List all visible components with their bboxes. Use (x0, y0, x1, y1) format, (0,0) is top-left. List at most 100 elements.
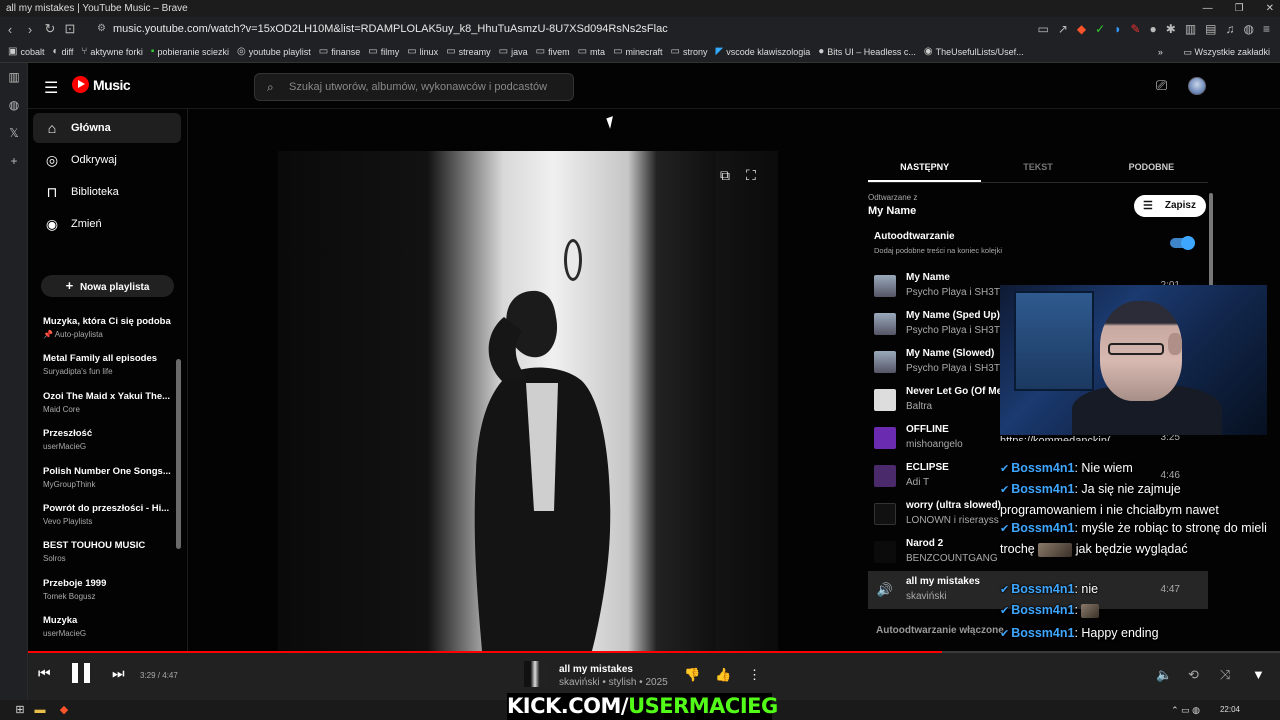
check-extension-icon[interactable]: ✓ (1095, 17, 1105, 41)
pause-button[interactable] (72, 663, 90, 683)
audio-extension-icon[interactable]: ◗ (1114, 17, 1121, 41)
scrollbar[interactable] (176, 359, 181, 549)
back-icon[interactable]: ‹ (0, 22, 20, 37)
playlist-sub: Suryadipta's fun life (43, 367, 113, 377)
tab-up-next[interactable]: NASTĘPNY (868, 153, 982, 182)
more-options-icon[interactable]: ⋮ (748, 667, 761, 683)
playlist-item[interactable]: Przeboje 1999 Tomek Bogusz (43, 578, 173, 615)
ytmusic-logo[interactable]: Music (72, 76, 131, 93)
bookmark-folder[interactable]: ▭ fivem (536, 46, 570, 57)
nav-item-explore[interactable]: ◎ Odkrywaj (33, 145, 181, 175)
red-extension-icon[interactable]: ✎ (1130, 17, 1140, 41)
nav-item-home[interactable]: ⌂ Główna (33, 113, 181, 143)
restore-icon[interactable]: ❐ (1235, 0, 1244, 17)
chat-message: ✔ Bossm4n1: Happy ending (1000, 623, 1267, 644)
emote-icon (1038, 542, 1073, 557)
add-icon[interactable]: + (0, 147, 28, 175)
forward-icon[interactable]: › (20, 22, 40, 37)
repeat-icon[interactable]: ⟲ (1188, 667, 1199, 683)
search-input[interactable]: ⌕ Szukaj utworów, albumów, wykonawców i … (254, 73, 574, 101)
bookmark-folder[interactable]: ▭ minecraft (613, 46, 662, 57)
verified-icon: ✔ (1000, 605, 1010, 617)
next-icon[interactable]: ⏭ (112, 665, 125, 682)
chat-text: : Happy ending (1074, 626, 1159, 640)
bookmark-item[interactable]: ⑂ aktywne forki (81, 46, 143, 57)
bookmark-folder[interactable]: ▭ strony (671, 46, 708, 57)
logo-text: Music (93, 76, 131, 93)
folder-icon: ▭ (318, 46, 329, 57)
sidebar-icon[interactable]: ▥ (1185, 17, 1196, 41)
nav-label: Biblioteka (71, 186, 119, 198)
windows-start-icon[interactable]: ⊞ (12, 702, 28, 718)
miniplayer-icon[interactable]: ⧉ (720, 167, 730, 184)
now-playing-title[interactable]: all my mistakes (559, 664, 633, 675)
menu-icon[interactable]: ≡ (1263, 17, 1270, 41)
chat-message: ✔ Bossm4n1: (1000, 600, 1267, 621)
volume-icon[interactable]: 🔈 (1156, 667, 1172, 683)
bookmark-item[interactable]: ◎ youtube playlist (237, 46, 311, 57)
save-button[interactable]: ☰ Zapisz (1134, 195, 1206, 217)
playlist-item[interactable]: Powrót do przeszłości - Hi... Vevo Playli… (43, 503, 173, 540)
like-icon[interactable]: 👍 (715, 667, 731, 683)
fullscreen-icon[interactable]: ⛶ (746, 167, 756, 184)
playlist-item[interactable]: Polish Number One Songs... MyGroupThink (43, 466, 173, 503)
cast-icon[interactable]: ⎚ (1156, 77, 1167, 94)
bookmark-folder[interactable]: ▭ java (499, 46, 528, 57)
system-tray-icons[interactable]: ⌃ ▭ ◍ (1171, 700, 1200, 720)
site-info-icon[interactable]: ⚙ (97, 19, 106, 39)
bookmark-folder[interactable]: ▭ filmy (368, 46, 399, 57)
nav-item-upgrade[interactable]: ◉ Zmień (33, 209, 181, 239)
bookmark-item[interactable]: ◤ vscode klawiszologia (716, 46, 811, 57)
nav-item-library[interactable]: ⊓ Biblioteka (33, 177, 181, 207)
dislike-icon[interactable]: 👎 (684, 667, 700, 683)
reload-icon[interactable]: ↻ (40, 21, 60, 37)
playlist-item[interactable]: Przeszłość userMacieG (43, 428, 173, 465)
x-icon[interactable]: 𝕏 (0, 119, 28, 147)
shuffle-icon[interactable]: ⤨ (1220, 667, 1230, 683)
profile-icon[interactable]: ◍ (1244, 17, 1254, 41)
bookmark-item[interactable]: ◉ TheUsefulLists/Usef... (924, 46, 1024, 57)
bookmark-item[interactable]: ● Bits UI – Headless c... (818, 46, 916, 57)
avatar[interactable] (1188, 77, 1206, 95)
bookmark-folder[interactable]: ▭ streamy (446, 46, 490, 57)
more-bookmarks-icon[interactable]: » (1158, 47, 1163, 57)
now-playing-thumbnail[interactable] (524, 661, 546, 687)
bookmark-icon[interactable]: ⊡ (60, 21, 80, 37)
tab-related[interactable]: PODOBNE (1095, 153, 1208, 182)
extensions-icon[interactable]: ✱ (1166, 17, 1176, 41)
playlist-item[interactable]: Muzyka userMacieG (43, 615, 173, 652)
chat-message: ✔ Bossm4n1: Nie wiem (1000, 458, 1267, 479)
all-bookmarks[interactable]: » ▭ Wszystkie zakładki (1158, 41, 1270, 62)
new-playlist-button[interactable]: + Nowa playlista (41, 275, 174, 297)
playlist-item[interactable]: BEST TOUHOU MUSIC Solros (43, 540, 173, 577)
playlist-item[interactable]: Metal Family all episodes Suryadipta's fu… (43, 353, 173, 390)
wallet-icon[interactable]: ▤ (1205, 17, 1216, 41)
bookmark-folder[interactable]: ▭ finanse (319, 46, 360, 57)
bookmark-item[interactable]: ▣ cobalt (8, 46, 44, 57)
github-extension-icon[interactable]: ● (1150, 17, 1157, 41)
close-icon[interactable]: ✕ (1266, 0, 1274, 17)
share-icon[interactable]: ↗ (1058, 17, 1068, 41)
scrollbar[interactable] (1209, 193, 1213, 287)
install-app-icon[interactable]: ▭ (1037, 17, 1048, 41)
playlist-item[interactable]: Ozoi The Maid x Yakui The... Maid Core (43, 391, 173, 428)
bookmark-folder[interactable]: ▭ mta (578, 46, 605, 57)
file-explorer-icon[interactable]: ▬ (32, 702, 48, 718)
brave-browser-icon[interactable]: ◆ (56, 702, 72, 718)
hamburger-menu-icon[interactable]: ☰ (44, 78, 58, 98)
bookmark-item[interactable]: ▪ pobieranie sciezki (151, 46, 229, 57)
previous-icon[interactable]: ⏮ (38, 665, 51, 682)
media-icon[interactable]: ♫ (1226, 17, 1235, 41)
bookmark-folder[interactable]: ▭ linux (407, 46, 438, 57)
minimize-icon[interactable]: — (1203, 0, 1213, 17)
leo-icon[interactable]: ◍ (0, 91, 28, 119)
bookmark-item[interactable]: ◐ diff (52, 46, 73, 57)
tab-lyrics[interactable]: TEKST (981, 153, 1094, 182)
playlist-sub: Tomek Bogusz (43, 591, 96, 601)
brave-shields-icon[interactable]: ◆ (1077, 17, 1086, 41)
autoplay-toggle[interactable] (1170, 236, 1195, 250)
expand-player-icon[interactable]: ▼ (1252, 667, 1265, 682)
address-bar[interactable]: ⚙ music.youtube.com/watch?v=15xOD2LH10M&… (95, 19, 1045, 39)
sidebar-panel-icon[interactable]: ▥ (0, 63, 28, 91)
playlist-item[interactable]: Muzyka, która Ci się podoba 📌 Auto-playli… (43, 316, 173, 353)
